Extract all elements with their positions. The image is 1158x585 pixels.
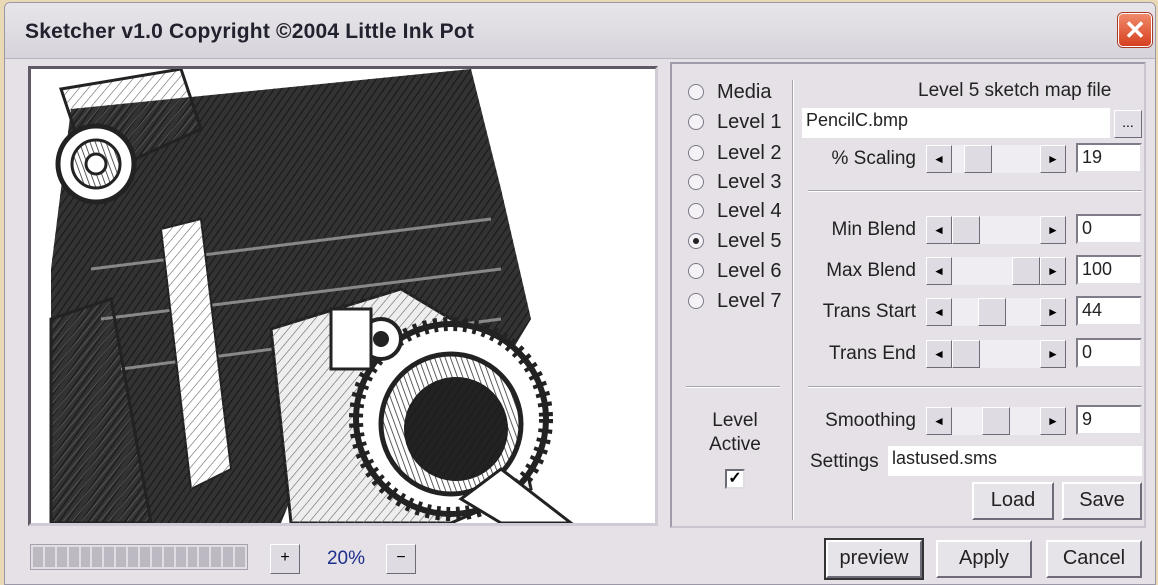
progress-bar xyxy=(30,544,248,570)
arrow-left-icon[interactable]: ◄ xyxy=(926,298,952,326)
trans-start-slider[interactable]: ◄ ► xyxy=(926,298,1066,326)
trans-end-label: Trans End xyxy=(829,343,916,364)
arrow-right-icon[interactable]: ► xyxy=(1040,407,1066,435)
radio-dot[interactable] xyxy=(688,174,704,190)
sketch-map-file-input[interactable]: PencilC.bmp xyxy=(802,108,1110,138)
radio-dot[interactable] xyxy=(688,114,704,130)
radio-dot[interactable] xyxy=(688,293,704,309)
slider-thumb[interactable] xyxy=(952,216,980,244)
window-title: Sketcher v1.0 Copyright ©2004 Little Ink… xyxy=(25,20,475,43)
left-divider xyxy=(686,386,780,388)
level-active-checkbox[interactable]: ✓ xyxy=(725,469,745,489)
radio-dot[interactable] xyxy=(688,263,704,279)
settings-file-input[interactable]: lastused.sms xyxy=(888,446,1142,476)
trans-start-value-input[interactable]: 44 xyxy=(1076,296,1142,326)
slider-thumb[interactable] xyxy=(952,340,980,368)
radio-dot[interactable] xyxy=(688,84,704,100)
radio-dot[interactable] xyxy=(688,145,704,161)
zoom-out-button[interactable]: − xyxy=(386,544,416,574)
browse-button[interactable]: ... xyxy=(1114,110,1142,138)
arrow-left-icon[interactable]: ◄ xyxy=(926,407,952,435)
arrow-right-icon[interactable]: ► xyxy=(1040,340,1066,368)
arrow-right-icon[interactable]: ► xyxy=(1040,216,1066,244)
settings-label: Settings xyxy=(810,451,879,472)
max-blend-label: Max Blend xyxy=(826,260,916,281)
minus-icon: − xyxy=(396,549,406,566)
scaling-label: % Scaling xyxy=(831,148,917,169)
title-bar[interactable]: Sketcher v1.0 Copyright ©2004 Little Ink… xyxy=(5,3,1155,59)
divider-1 xyxy=(808,190,1142,192)
arrow-right-icon[interactable]: ► xyxy=(1040,298,1066,326)
slider-thumb[interactable] xyxy=(964,145,992,173)
sketch-map-label: Level 5 sketch map file xyxy=(918,80,1112,101)
min-blend-label: Min Blend xyxy=(831,219,917,240)
zoom-level: 20% xyxy=(326,548,366,569)
trans-end-slider[interactable]: ◄ ► xyxy=(926,340,1066,368)
radio-dot-selected[interactable] xyxy=(688,233,704,249)
arrow-left-icon[interactable]: ◄ xyxy=(926,340,952,368)
arrow-left-icon[interactable]: ◄ xyxy=(926,145,952,173)
smoothing-slider[interactable]: ◄ ► xyxy=(926,407,1066,435)
min-blend-value-input[interactable]: 0 xyxy=(1076,214,1142,244)
save-button[interactable]: Save xyxy=(1062,482,1142,520)
close-button[interactable]: ✕ xyxy=(1118,13,1152,47)
zoom-in-button[interactable]: + xyxy=(270,544,300,574)
preview-button[interactable]: preview xyxy=(824,538,924,580)
trans-end-value-input[interactable]: 0 xyxy=(1076,338,1142,368)
sketch-preview-canvas[interactable] xyxy=(28,66,658,526)
vertical-divider xyxy=(792,80,794,520)
load-button[interactable]: Load xyxy=(972,482,1054,520)
slider-thumb[interactable] xyxy=(1012,257,1040,285)
smoothing-label: Smoothing xyxy=(825,410,916,431)
arrow-left-icon[interactable]: ◄ xyxy=(926,216,952,244)
arrow-right-icon[interactable]: ► xyxy=(1040,257,1066,285)
radio-dot[interactable] xyxy=(688,203,704,219)
scaling-slider[interactable]: ◄ ► xyxy=(926,145,1066,173)
min-blend-slider[interactable]: ◄ ► xyxy=(926,216,1066,244)
smoothing-value-input[interactable]: 9 xyxy=(1076,405,1142,435)
arrow-right-icon[interactable]: ► xyxy=(1040,145,1066,173)
divider-2 xyxy=(808,386,1142,388)
plus-icon: + xyxy=(280,549,290,566)
slider-thumb[interactable] xyxy=(978,298,1006,326)
close-icon: ✕ xyxy=(1124,15,1146,45)
level-active-label-2: Active xyxy=(709,434,761,455)
trans-start-label: Trans Start xyxy=(822,301,916,322)
camera-sketch-image xyxy=(49,69,574,523)
max-blend-value-input[interactable]: 100 xyxy=(1076,255,1142,285)
level-active-label-1: Level xyxy=(712,410,758,431)
scaling-value-input[interactable]: 19 xyxy=(1076,143,1142,173)
slider-thumb[interactable] xyxy=(982,407,1010,435)
arrow-left-icon[interactable]: ◄ xyxy=(926,257,952,285)
checkmark-icon: ✓ xyxy=(728,470,742,487)
cancel-button[interactable]: Cancel xyxy=(1046,540,1142,578)
apply-button[interactable]: Apply xyxy=(936,540,1032,578)
max-blend-slider[interactable]: ◄ ► xyxy=(926,257,1066,285)
